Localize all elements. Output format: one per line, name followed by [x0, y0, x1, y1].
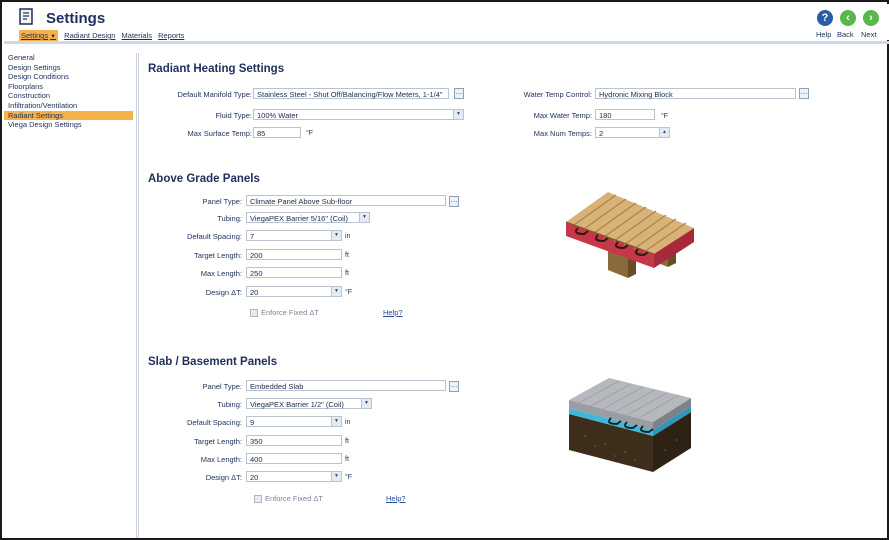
climate-panel-illustration — [565, 192, 694, 278]
next-button[interactable]: Next — [861, 30, 876, 39]
slab-max-length-unit: ft — [345, 456, 349, 463]
nav-materials[interactable]: Materials — [122, 31, 152, 40]
back-button[interactable]: Back — [837, 30, 854, 39]
max-water-temp-field[interactable]: 180 — [595, 109, 655, 120]
page-title: Settings — [46, 10, 106, 27]
next-arrow-icon[interactable]: › — [863, 10, 879, 26]
sidebar-item-design-conditions[interactable]: Design Conditions — [4, 72, 133, 82]
slab-enforce-dt-checkbox[interactable]: Enforce Fixed ΔT — [254, 494, 323, 504]
header-divider — [4, 41, 889, 44]
slab-spacing-label: Default Spacing: — [186, 418, 242, 427]
sidebar-divider — [138, 53, 139, 538]
slab-heading: Slab / Basement Panels — [148, 356, 278, 368]
back-arrow-icon[interactable]: ‹ — [840, 10, 856, 26]
radiant-heading: Radiant Heating Settings — [148, 63, 285, 75]
above-target-length-field[interactable]: 200 — [246, 249, 342, 260]
slab-design-dt-unit: °F — [345, 474, 353, 481]
fluid-select[interactable]: 100% Water ▼ — [253, 109, 464, 120]
slab-panel-type-field[interactable]: Embedded Slab — [246, 380, 446, 391]
max-num-temps-stepper[interactable]: 2 ▲ — [595, 127, 670, 138]
max-surface-temp-unit: °F — [306, 130, 314, 137]
above-design-dt-select[interactable]: 20 ▼ — [246, 286, 342, 297]
above-panel-type-field[interactable]: Climate Panel Above Sub-floor — [246, 195, 446, 206]
max-water-temp-label: Max Water Temp: — [533, 111, 592, 120]
above-spacing-label: Default Spacing: — [186, 232, 242, 241]
water-control-field[interactable]: Hydronic Mixing Block — [595, 88, 796, 99]
slab-panel-type-browse-button[interactable]: … — [449, 381, 459, 392]
slab-spacing-unit: in — [345, 419, 351, 426]
above-enforce-dt-checkbox[interactable]: Enforce Fixed ΔT — [250, 308, 319, 318]
above-help-link[interactable]: Help? — [383, 308, 403, 317]
above-spacing-select[interactable]: 7 ▼ — [246, 230, 342, 241]
max-surface-temp-field[interactable]: 85 — [253, 127, 301, 138]
sidebar-item-design-settings[interactable]: Design Settings — [4, 63, 133, 73]
sidebar-item-floorplans[interactable]: Floorplans — [4, 82, 133, 92]
slab-max-length-label: Max Length: — [200, 455, 242, 464]
above-max-length-label: Max Length: — [200, 269, 242, 278]
checkbox-icon — [250, 309, 258, 318]
nav-radiant-design[interactable]: Radiant Design — [64, 31, 115, 40]
above-target-length-unit: ft — [345, 252, 349, 259]
nav-settings[interactable]: Settings ▼ — [19, 30, 59, 41]
manifold-field[interactable]: Stainless Steel - Shut Off/Balancing/Flo… — [253, 88, 449, 99]
water-control-label: Water Temp Control: — [523, 90, 592, 99]
above-spacing-unit: in — [345, 233, 351, 240]
question-icon[interactable]: ? — [817, 10, 833, 26]
sidebar-item-radiant-settings[interactable]: Radiant Settings — [4, 110, 133, 121]
slab-panel-type-label: Panel Type: — [202, 382, 242, 391]
above-tubing-label: Tubing: — [217, 214, 242, 223]
top-buttons: ? ‹ › Help Back Next — [813, 10, 883, 40]
slab-design-dt-label: Design ΔT: — [205, 473, 242, 482]
slab-tubing-label: Tubing: — [217, 400, 242, 409]
max-surface-temp-label: Max Surface Temp: — [187, 129, 252, 138]
checkbox-icon — [254, 495, 262, 504]
embedded-slab-illustration — [569, 378, 691, 472]
chevron-down-icon: ▼ — [361, 399, 371, 408]
slab-design-dt-select[interactable]: 20 ▼ — [246, 471, 342, 482]
slab-target-length-unit: ft — [345, 438, 349, 445]
max-num-temps-label: Max Num Temps: — [533, 129, 592, 138]
above-target-length-label: Target Length: — [194, 251, 242, 260]
chevron-down-icon: ▼ — [331, 472, 341, 481]
slab-spacing-select[interactable]: 9 ▼ — [246, 416, 342, 427]
above-max-length-unit: ft — [345, 270, 349, 277]
chevron-down-icon: ▼ — [359, 213, 369, 222]
stepper-icon[interactable]: ▲ — [659, 128, 669, 137]
chevron-down-icon: ▼ — [453, 110, 463, 119]
slab-target-length-field[interactable]: 350 — [246, 435, 342, 446]
above-design-dt-unit: °F — [345, 289, 353, 296]
above-grade-heading: Above Grade Panels — [148, 173, 260, 185]
above-panel-type-label: Panel Type: — [202, 197, 242, 206]
chevron-down-icon: ▼ — [331, 287, 341, 296]
water-control-browse-button[interactable]: … — [799, 88, 809, 99]
chevron-down-icon: ▼ — [50, 34, 57, 40]
help-button[interactable]: Help — [816, 30, 831, 39]
max-water-temp-unit: °F — [661, 113, 669, 120]
chevron-down-icon: ▼ — [331, 231, 341, 240]
header: Settings Settings ▼ Radiant Design Materi… — [4, 4, 889, 41]
manifold-browse-button[interactable]: … — [454, 88, 464, 99]
above-design-dt-label: Design ΔT: — [205, 288, 242, 297]
sidebar-item-general[interactable]: General — [4, 53, 133, 63]
manifold-label: Default Manifold Type: — [177, 90, 253, 99]
sidebar-item-viega-design-settings[interactable]: Viega Design Settings — [4, 120, 133, 130]
slab-help-link[interactable]: Help? — [386, 494, 406, 503]
above-max-length-field[interactable]: 250 — [246, 267, 342, 278]
slab-max-length-field[interactable]: 400 — [246, 453, 342, 464]
breadcrumb-nav: Settings ▼ Radiant Design Materials Repor… — [19, 30, 184, 41]
app-window: Settings Settings ▼ Radiant Design Materi… — [0, 0, 889, 540]
nav-reports[interactable]: Reports — [158, 31, 184, 40]
fluid-label: Fluid Type: — [215, 111, 252, 120]
sidebar: General Design Settings Design Condition… — [4, 53, 137, 538]
sidebar-item-infiltration[interactable]: Infiltration/Ventilation — [4, 101, 133, 111]
chevron-down-icon: ▼ — [331, 417, 341, 426]
above-tubing-select[interactable]: ViegaPEX Barrier 5/16" (Coil) ▼ — [246, 212, 370, 223]
sidebar-item-construction[interactable]: Construction — [4, 91, 133, 101]
document-icon — [19, 8, 33, 25]
above-panel-type-browse-button[interactable]: … — [449, 196, 459, 207]
slab-tubing-select[interactable]: ViegaPEX Barrier 1/2" (Coil) ▼ — [246, 398, 372, 409]
slab-target-length-label: Target Length: — [194, 437, 242, 446]
